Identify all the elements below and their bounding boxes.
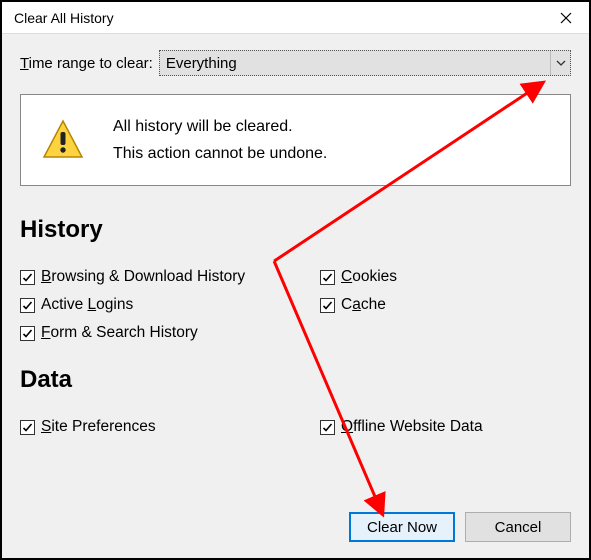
check-label: Form & Search History bbox=[41, 324, 198, 342]
warning-box: All history will be cleared. This action… bbox=[20, 94, 571, 186]
cancel-button[interactable]: Cancel bbox=[465, 512, 571, 542]
checkbox-icon bbox=[320, 270, 335, 285]
warning-line1: All history will be cleared. bbox=[113, 113, 327, 140]
check-active-logins[interactable]: Active Logins bbox=[20, 296, 320, 314]
window-title: Clear All History bbox=[14, 10, 114, 26]
check-label: Active Logins bbox=[41, 296, 133, 314]
check-form-search[interactable]: Form & Search History bbox=[20, 324, 320, 342]
data-checks: Site Preferences Offline Website Data bbox=[20, 418, 571, 436]
check-cookies[interactable]: Cookies bbox=[320, 268, 571, 286]
check-label: Site Preferences bbox=[41, 418, 156, 436]
check-label: Browsing & Download History bbox=[41, 268, 245, 286]
clear-now-button[interactable]: Clear Now bbox=[349, 512, 455, 542]
check-label: Cache bbox=[341, 296, 386, 314]
check-label: Cookies bbox=[341, 268, 397, 286]
timerange-value: Everything bbox=[166, 55, 237, 72]
dropdown-arrow bbox=[550, 51, 570, 75]
check-cache[interactable]: Cache bbox=[320, 296, 571, 314]
checkbox-icon bbox=[20, 270, 35, 285]
timerange-label: Time range to clear: bbox=[20, 55, 153, 72]
checkbox-icon bbox=[20, 298, 35, 313]
dialog-content: Time range to clear: Everything All hist… bbox=[2, 34, 589, 454]
warning-text: All history will be cleared. This action… bbox=[113, 113, 327, 167]
close-icon bbox=[560, 12, 572, 24]
check-label: Offline Website Data bbox=[341, 418, 483, 436]
chevron-down-icon bbox=[556, 60, 566, 66]
data-heading: Data bbox=[20, 366, 571, 394]
close-button[interactable] bbox=[543, 2, 589, 33]
checkbox-icon bbox=[20, 326, 35, 341]
checkbox-icon bbox=[320, 420, 335, 435]
check-offline-data[interactable]: Offline Website Data bbox=[320, 418, 571, 436]
warning-icon bbox=[41, 118, 85, 162]
history-checks: Browsing & Download History Cookies Acti… bbox=[20, 268, 571, 342]
warning-line2: This action cannot be undone. bbox=[113, 140, 327, 167]
timerange-row: Time range to clear: Everything bbox=[20, 50, 571, 76]
check-site-preferences[interactable]: Site Preferences bbox=[20, 418, 320, 436]
check-browsing-history[interactable]: Browsing & Download History bbox=[20, 268, 320, 286]
titlebar: Clear All History bbox=[2, 2, 589, 34]
checkbox-icon bbox=[20, 420, 35, 435]
history-heading: History bbox=[20, 216, 571, 244]
dialog-window: Clear All History Time range to clear: E… bbox=[0, 0, 591, 560]
button-row: Clear Now Cancel bbox=[349, 512, 571, 542]
checkbox-icon bbox=[320, 298, 335, 313]
timerange-dropdown[interactable]: Everything bbox=[159, 50, 571, 76]
